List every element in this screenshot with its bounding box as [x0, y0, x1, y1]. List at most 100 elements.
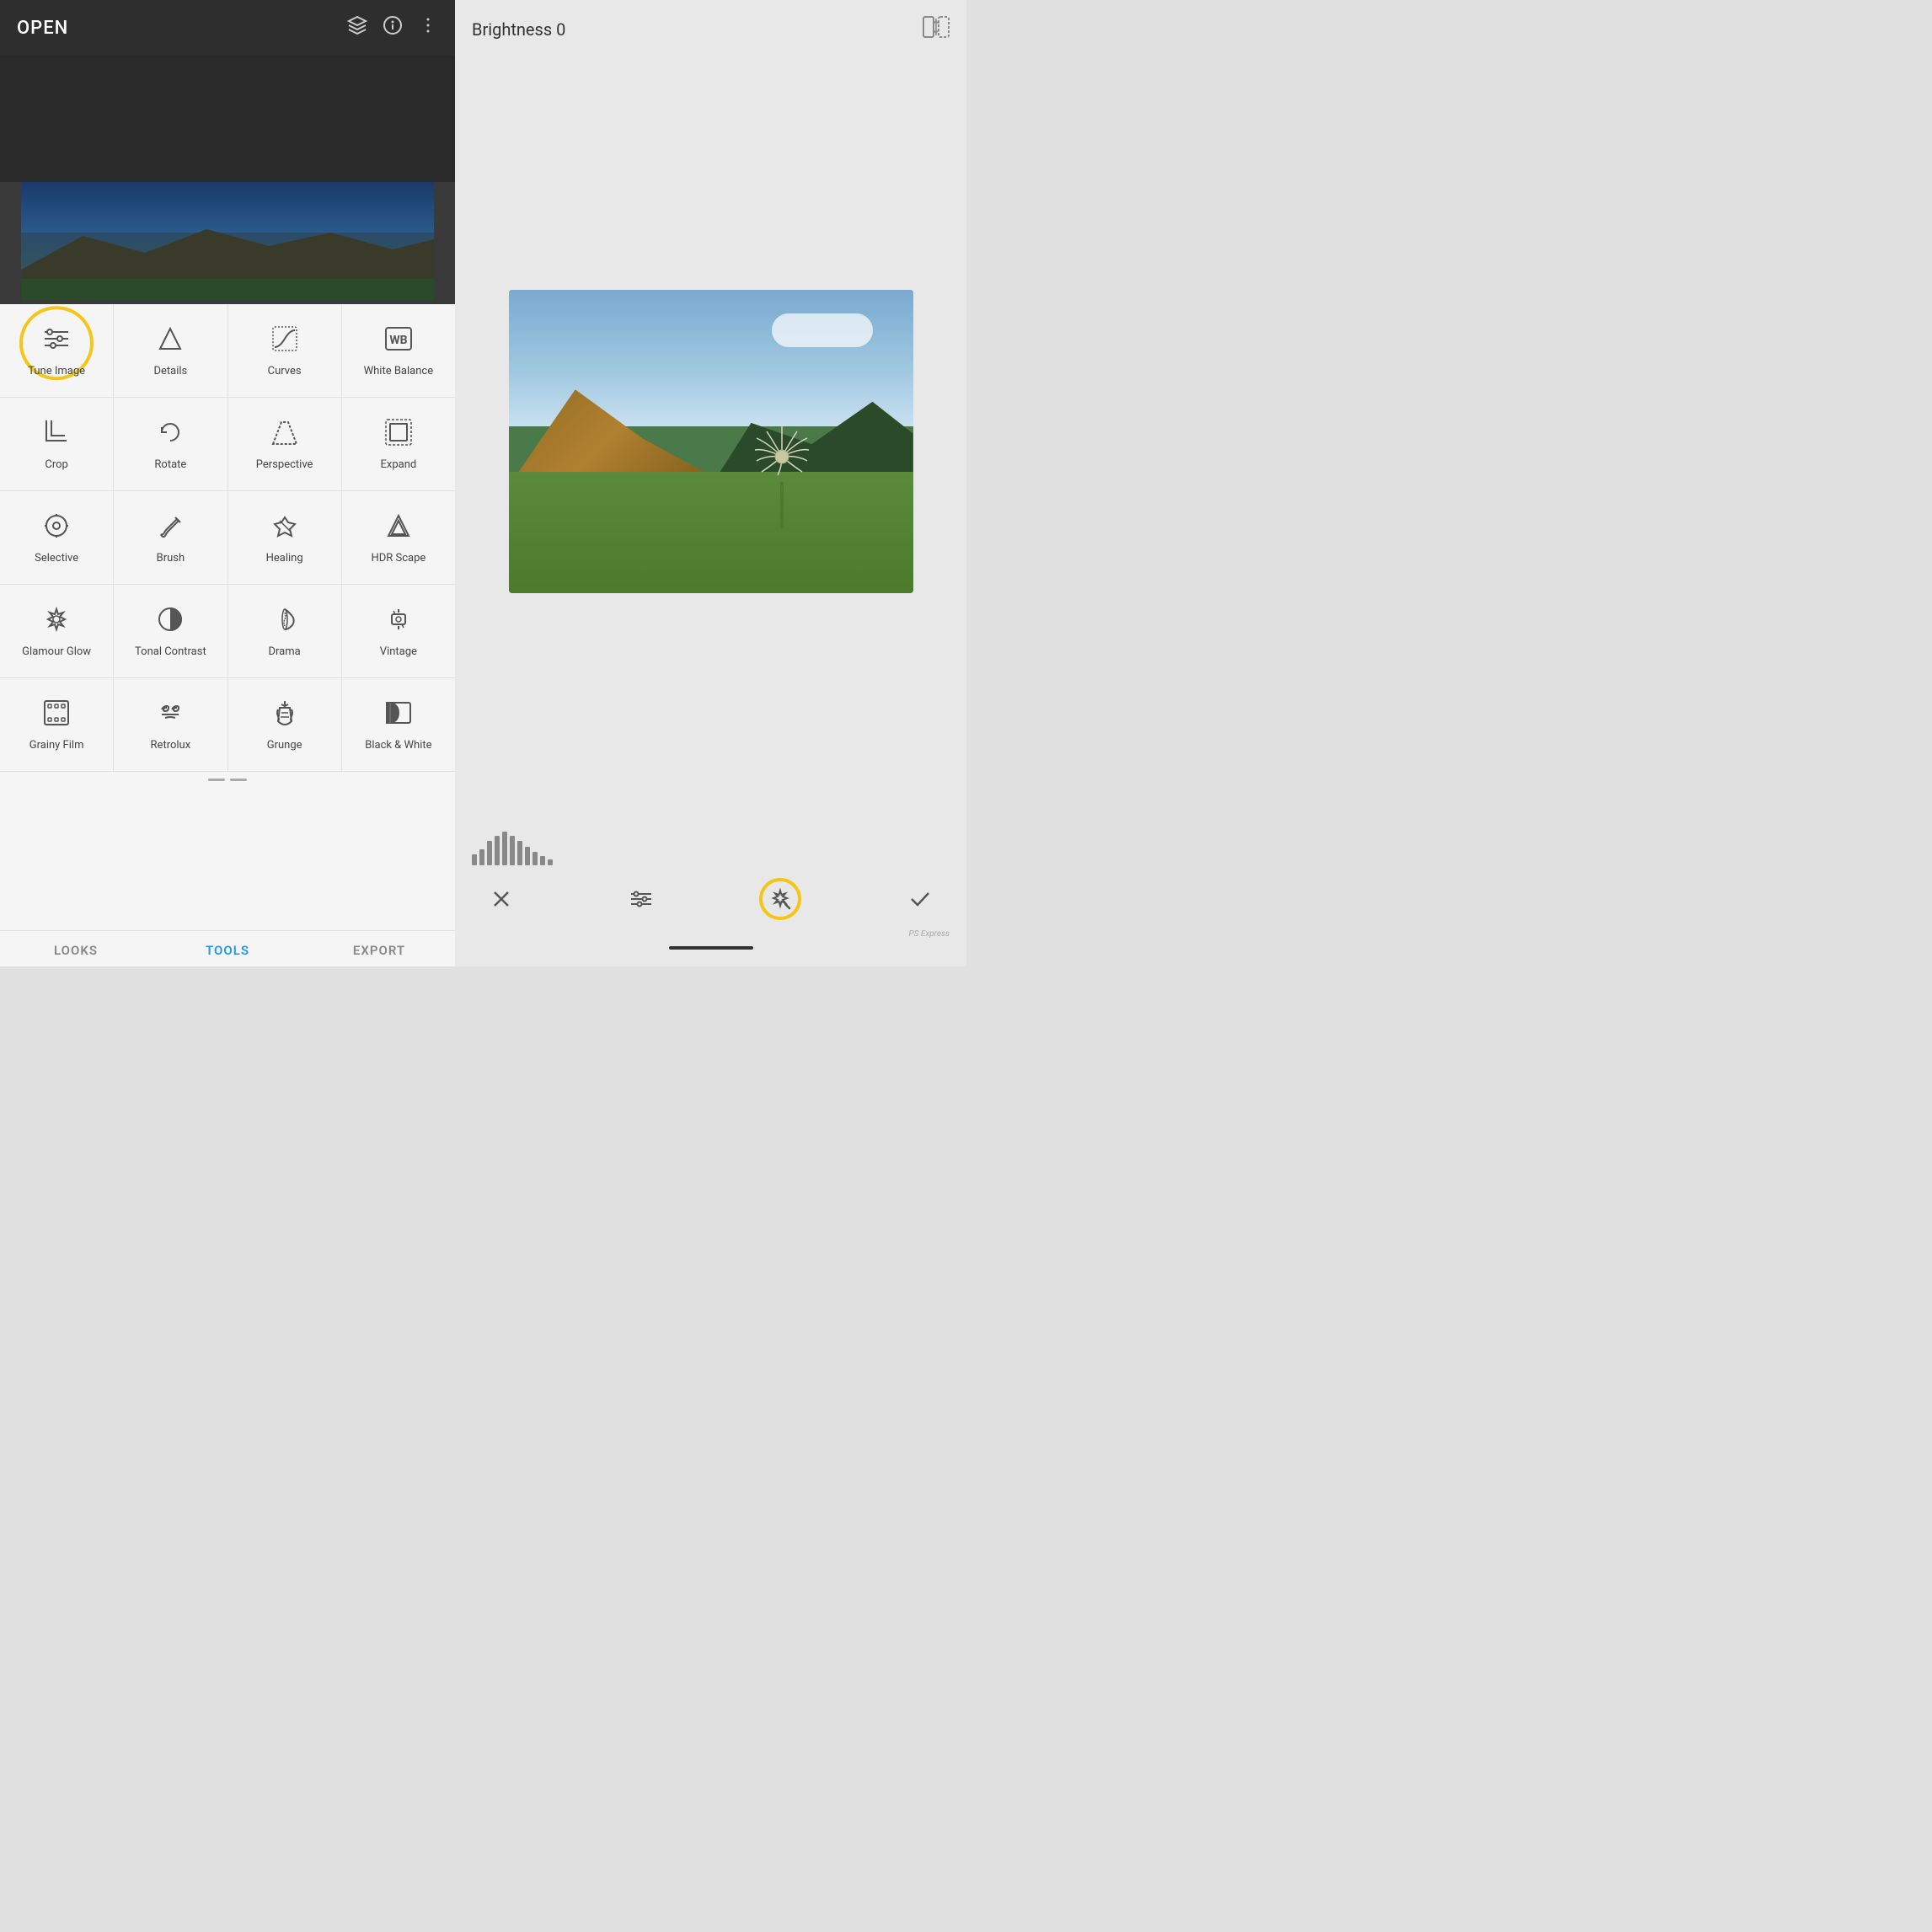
action-bar — [472, 878, 950, 920]
hdr-scape-label: HDR Scape — [371, 552, 425, 565]
info-icon[interactable] — [383, 15, 403, 40]
expand-label: Expand — [381, 458, 417, 472]
tool-vintage[interactable]: Vintage — [342, 585, 455, 677]
details-icon — [155, 324, 185, 358]
photo-grass — [509, 472, 913, 593]
adjust-button[interactable] — [620, 878, 662, 920]
tune-image-label: Tune Image — [28, 365, 85, 378]
white-balance-icon: WB — [383, 324, 414, 358]
curves-label: Curves — [268, 365, 302, 378]
tool-selective[interactable]: Selective — [0, 491, 114, 584]
tool-retrolux[interactable]: Retrolux — [114, 678, 227, 771]
healing-icon — [270, 511, 300, 545]
tool-row-3: Selective Brush Healing — [0, 491, 455, 585]
tool-brush[interactable]: Brush — [114, 491, 227, 584]
hist-bar-5 — [502, 832, 507, 865]
tool-details[interactable]: Details — [114, 304, 227, 397]
brush-label: Brush — [157, 552, 185, 565]
crop-label: Crop — [45, 458, 67, 472]
glamour-glow-icon — [41, 604, 72, 639]
grunge-label: Grunge — [267, 739, 302, 752]
auto-fix-button[interactable] — [759, 878, 801, 920]
drama-label: Drama — [269, 645, 301, 659]
main-photo — [509, 290, 913, 593]
cancel-button[interactable] — [480, 878, 522, 920]
tools-grid: Tune Image Details Curves — [0, 304, 455, 930]
selective-label: Selective — [35, 552, 78, 565]
more-icon[interactable] — [418, 15, 438, 40]
tool-expand[interactable]: Expand — [342, 398, 455, 490]
photo-canvas — [455, 59, 966, 823]
perspective-icon — [270, 417, 300, 452]
tool-row-2: Crop Rotate Perspective — [0, 398, 455, 491]
bottom-nav: LOOKS TOOLS EXPORT — [0, 930, 455, 966]
photo-flower — [731, 406, 832, 533]
hist-bar-7 — [517, 841, 522, 865]
tool-healing[interactable]: Healing — [228, 491, 342, 584]
rotate-icon — [155, 417, 185, 452]
photo-clouds — [772, 313, 873, 347]
tool-black-white[interactable]: Black & White — [342, 678, 455, 771]
tool-row-5: Grainy Film Retrolux — [0, 678, 455, 772]
image-preview-photo — [21, 182, 434, 300]
confirm-button[interactable] — [899, 878, 941, 920]
compare-icon[interactable] — [923, 15, 950, 44]
healing-label: Healing — [266, 552, 303, 565]
rotate-label: Rotate — [154, 458, 186, 472]
scroll-indicator — [0, 772, 455, 788]
tool-tune-image[interactable]: Tune Image — [0, 304, 114, 397]
image-preview-area — [0, 56, 455, 304]
nav-looks[interactable]: LOOKS — [0, 943, 152, 958]
image-preview-dark — [0, 56, 455, 182]
hist-bar-3 — [487, 841, 492, 865]
black-white-label: Black & White — [365, 739, 431, 752]
right-bottom: PS Express — [455, 823, 966, 966]
white-balance-label: White Balance — [364, 365, 434, 378]
tool-rotate[interactable]: Rotate — [114, 398, 227, 490]
home-bar — [669, 946, 753, 950]
tonal-contrast-icon — [155, 604, 185, 639]
tool-curves[interactable]: Curves — [228, 304, 342, 397]
hist-bar-2 — [479, 849, 484, 865]
tool-perspective[interactable]: Perspective — [228, 398, 342, 490]
header-icons — [347, 15, 438, 40]
tool-row-4: Glamour Glow Tonal Contrast — [0, 585, 455, 678]
histogram — [472, 832, 950, 865]
vintage-label: Vintage — [380, 645, 417, 659]
nav-export[interactable]: EXPORT — [303, 943, 455, 958]
tool-white-balance[interactable]: WB White Balance — [342, 304, 455, 397]
left-panel: OPEN — [0, 0, 455, 966]
brightness-label: Brightness 0 — [472, 19, 565, 40]
watermark: PS Express — [472, 923, 950, 939]
tune-image-icon — [41, 324, 72, 358]
tool-crop[interactable]: Crop — [0, 398, 114, 490]
hist-bar-6 — [510, 836, 515, 865]
expand-icon — [383, 417, 414, 452]
tonal-contrast-label: Tonal Contrast — [135, 645, 206, 659]
tool-grainy-film[interactable]: Grainy Film — [0, 678, 114, 771]
right-header: Brightness 0 — [455, 0, 966, 59]
tool-tonal-contrast[interactable]: Tonal Contrast — [114, 585, 227, 677]
curves-icon — [270, 324, 300, 358]
nav-tools[interactable]: TOOLS — [152, 943, 303, 958]
hist-bar-1 — [472, 854, 477, 865]
details-label: Details — [153, 365, 187, 378]
black-white-icon — [383, 698, 414, 732]
perspective-label: Perspective — [256, 458, 313, 472]
hist-bar-11 — [548, 859, 553, 865]
tool-drama[interactable]: Drama — [228, 585, 342, 677]
grainy-film-icon — [41, 698, 72, 732]
hist-bar-10 — [540, 856, 545, 865]
glamour-glow-label: Glamour Glow — [22, 645, 91, 659]
hist-bar-4 — [495, 836, 500, 865]
open-title: OPEN — [17, 18, 68, 39]
grainy-film-label: Grainy Film — [29, 739, 84, 752]
retrolux-icon — [155, 698, 185, 732]
selective-icon — [41, 511, 72, 545]
tool-glamour-glow[interactable]: Glamour Glow — [0, 585, 114, 677]
layers-icon[interactable] — [347, 15, 367, 40]
tool-grunge[interactable]: Grunge — [228, 678, 342, 771]
tool-hdr-scape[interactable]: HDR Scape — [342, 491, 455, 584]
crop-icon — [41, 417, 72, 452]
retrolux-label: Retrolux — [151, 739, 191, 752]
